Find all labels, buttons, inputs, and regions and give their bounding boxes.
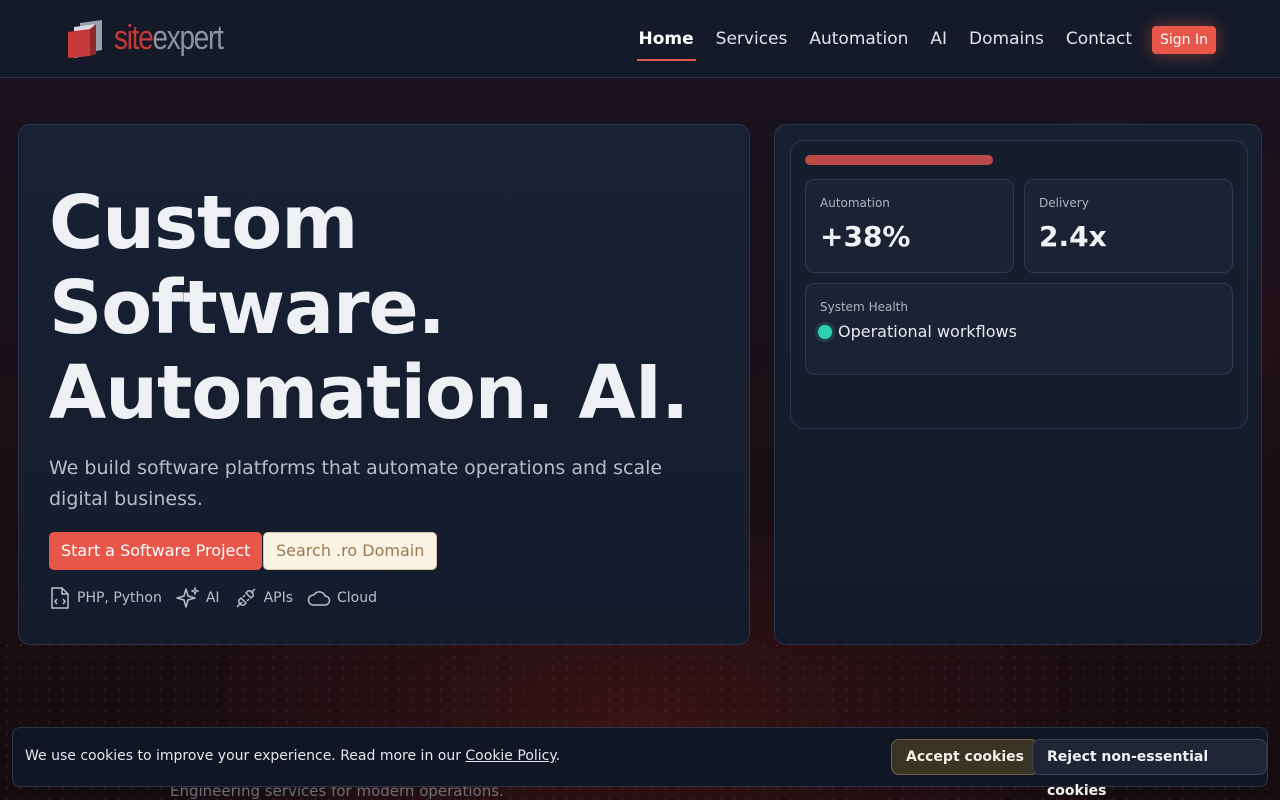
tag-php-python: PHP, Python (49, 586, 162, 610)
hero-title-line-3: Automation. AI. (49, 350, 689, 436)
tech-tags: PHP, Python AI APIs Cloud (49, 586, 391, 610)
cookie-policy-link[interactable]: Cookie Policy (465, 748, 555, 764)
main-nav: Home Services Automation AI Domains Cont… (617, 25, 1216, 61)
cloud-icon (307, 591, 331, 606)
hero-title-line-2: Software. (49, 265, 446, 351)
logo-icon (68, 20, 102, 58)
nav-item-contact[interactable]: Contact (1066, 25, 1132, 55)
progress-bar (805, 155, 993, 165)
stat-label: Automation (820, 196, 890, 210)
hero-title-line-1: Custom (49, 180, 358, 266)
sign-in-button[interactable]: Sign In (1152, 26, 1216, 54)
dashboard-card: Automation +38% Delivery 2.4x System Hea… (790, 140, 1248, 429)
accept-cookies-button[interactable]: Accept cookies (891, 739, 1039, 775)
stat-label: Delivery (1039, 196, 1089, 210)
tag-label: APIs (263, 590, 294, 606)
system-health-card: System Health Operational workflows (805, 283, 1233, 375)
cookie-banner: We use cookies to improve your experienc… (12, 727, 1268, 799)
stat-automation: Automation +38% (805, 179, 1014, 273)
stat-value: 2.4x (1039, 220, 1107, 253)
nav-item-services[interactable]: Services (716, 25, 788, 55)
sparkles-icon (176, 586, 200, 608)
nav-item-automation[interactable]: Automation (809, 25, 908, 55)
tag-ai: AI (176, 586, 220, 610)
search-domain-button[interactable]: Search .ro Domain (263, 532, 438, 570)
health-status: Operational workflows (818, 322, 1017, 341)
health-label: System Health (820, 300, 908, 314)
tag-label: AI (205, 590, 220, 606)
status-dot-icon (818, 324, 832, 339)
reject-cookies-button[interactable]: Reject non-essential cookies (1032, 739, 1267, 799)
nav-item-domains[interactable]: Domains (969, 25, 1044, 55)
tag-apis: APIs (234, 586, 293, 610)
site-header: siteexpert Home Services Automation AI D… (0, 0, 1280, 78)
tag-label: Cloud (337, 590, 378, 606)
cookie-text: We use cookies to improve your experienc… (25, 748, 561, 764)
dashboard-panel: Automation +38% Delivery 2.4x System Hea… (774, 124, 1262, 645)
stat-delivery: Delivery 2.4x (1024, 179, 1233, 273)
logo-wordmark: siteexpert (114, 19, 224, 57)
tag-cloud: Cloud (307, 588, 377, 608)
file-code-icon (51, 587, 69, 609)
hero-title: Custom Software. Automation. AI. (49, 181, 729, 436)
site-logo[interactable]: siteexpert (66, 18, 246, 58)
nav-item-ai[interactable]: AI (930, 25, 947, 55)
hero-card: Custom Software. Automation. AI. We buil… (18, 124, 750, 645)
health-status-text: Operational workflows (838, 322, 1017, 341)
nav-item-home[interactable]: Home (636, 25, 696, 61)
plug-icon (236, 588, 256, 608)
stat-value: +38% (820, 220, 911, 253)
hero-description: We build software platforms that automat… (49, 457, 663, 510)
start-project-button[interactable]: Start a Software Project (49, 532, 263, 570)
tag-label: PHP, Python (77, 590, 162, 606)
